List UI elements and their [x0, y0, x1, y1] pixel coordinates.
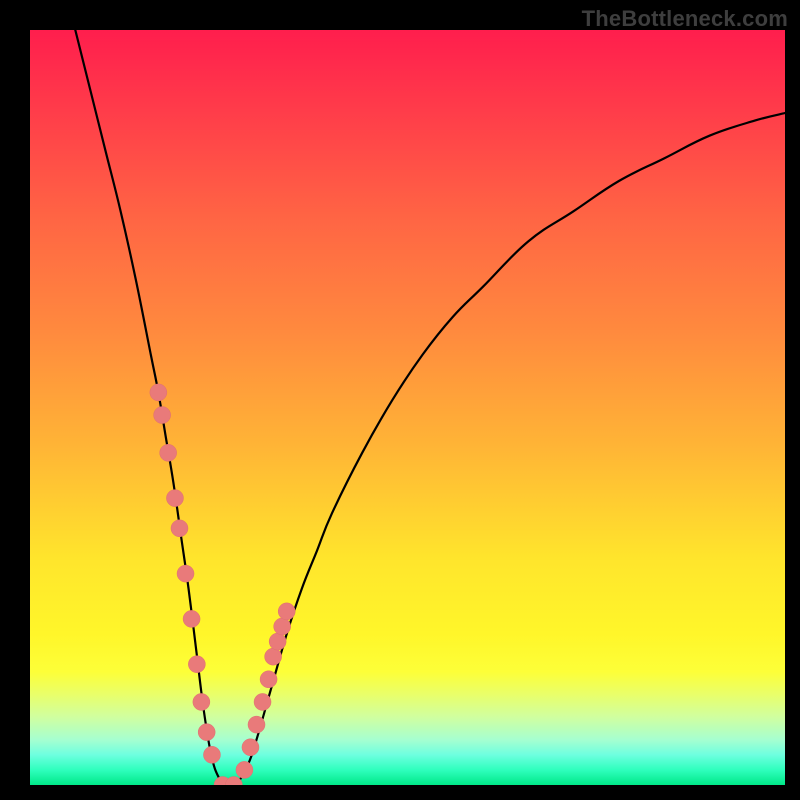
highlight-dot — [254, 693, 271, 710]
highlight-dot — [188, 656, 205, 673]
plot-area — [30, 30, 785, 785]
highlight-dot — [225, 777, 242, 786]
highlight-dot — [171, 520, 188, 537]
highlight-dot — [166, 490, 183, 507]
chart-svg — [30, 30, 785, 785]
highlight-dot — [242, 739, 259, 756]
highlight-dot — [269, 633, 286, 650]
highlight-dot — [154, 407, 171, 424]
highlight-dot — [183, 610, 200, 627]
highlight-dot — [177, 565, 194, 582]
highlight-dot — [248, 716, 265, 733]
highlight-dot — [236, 761, 253, 778]
highlight-dot — [150, 384, 167, 401]
highlight-dot — [203, 746, 220, 763]
highlight-dot — [160, 444, 177, 461]
highlight-dot — [265, 648, 282, 665]
highlight-dot — [278, 603, 295, 620]
chart-frame: TheBottleneck.com — [0, 0, 800, 800]
highlight-dots-group — [150, 384, 295, 785]
highlight-dot — [260, 671, 277, 688]
highlight-dot — [274, 618, 291, 635]
watermark-text: TheBottleneck.com — [582, 6, 788, 32]
highlight-dot — [193, 693, 210, 710]
highlight-dot — [198, 724, 215, 741]
bottleneck-curve — [75, 30, 785, 785]
